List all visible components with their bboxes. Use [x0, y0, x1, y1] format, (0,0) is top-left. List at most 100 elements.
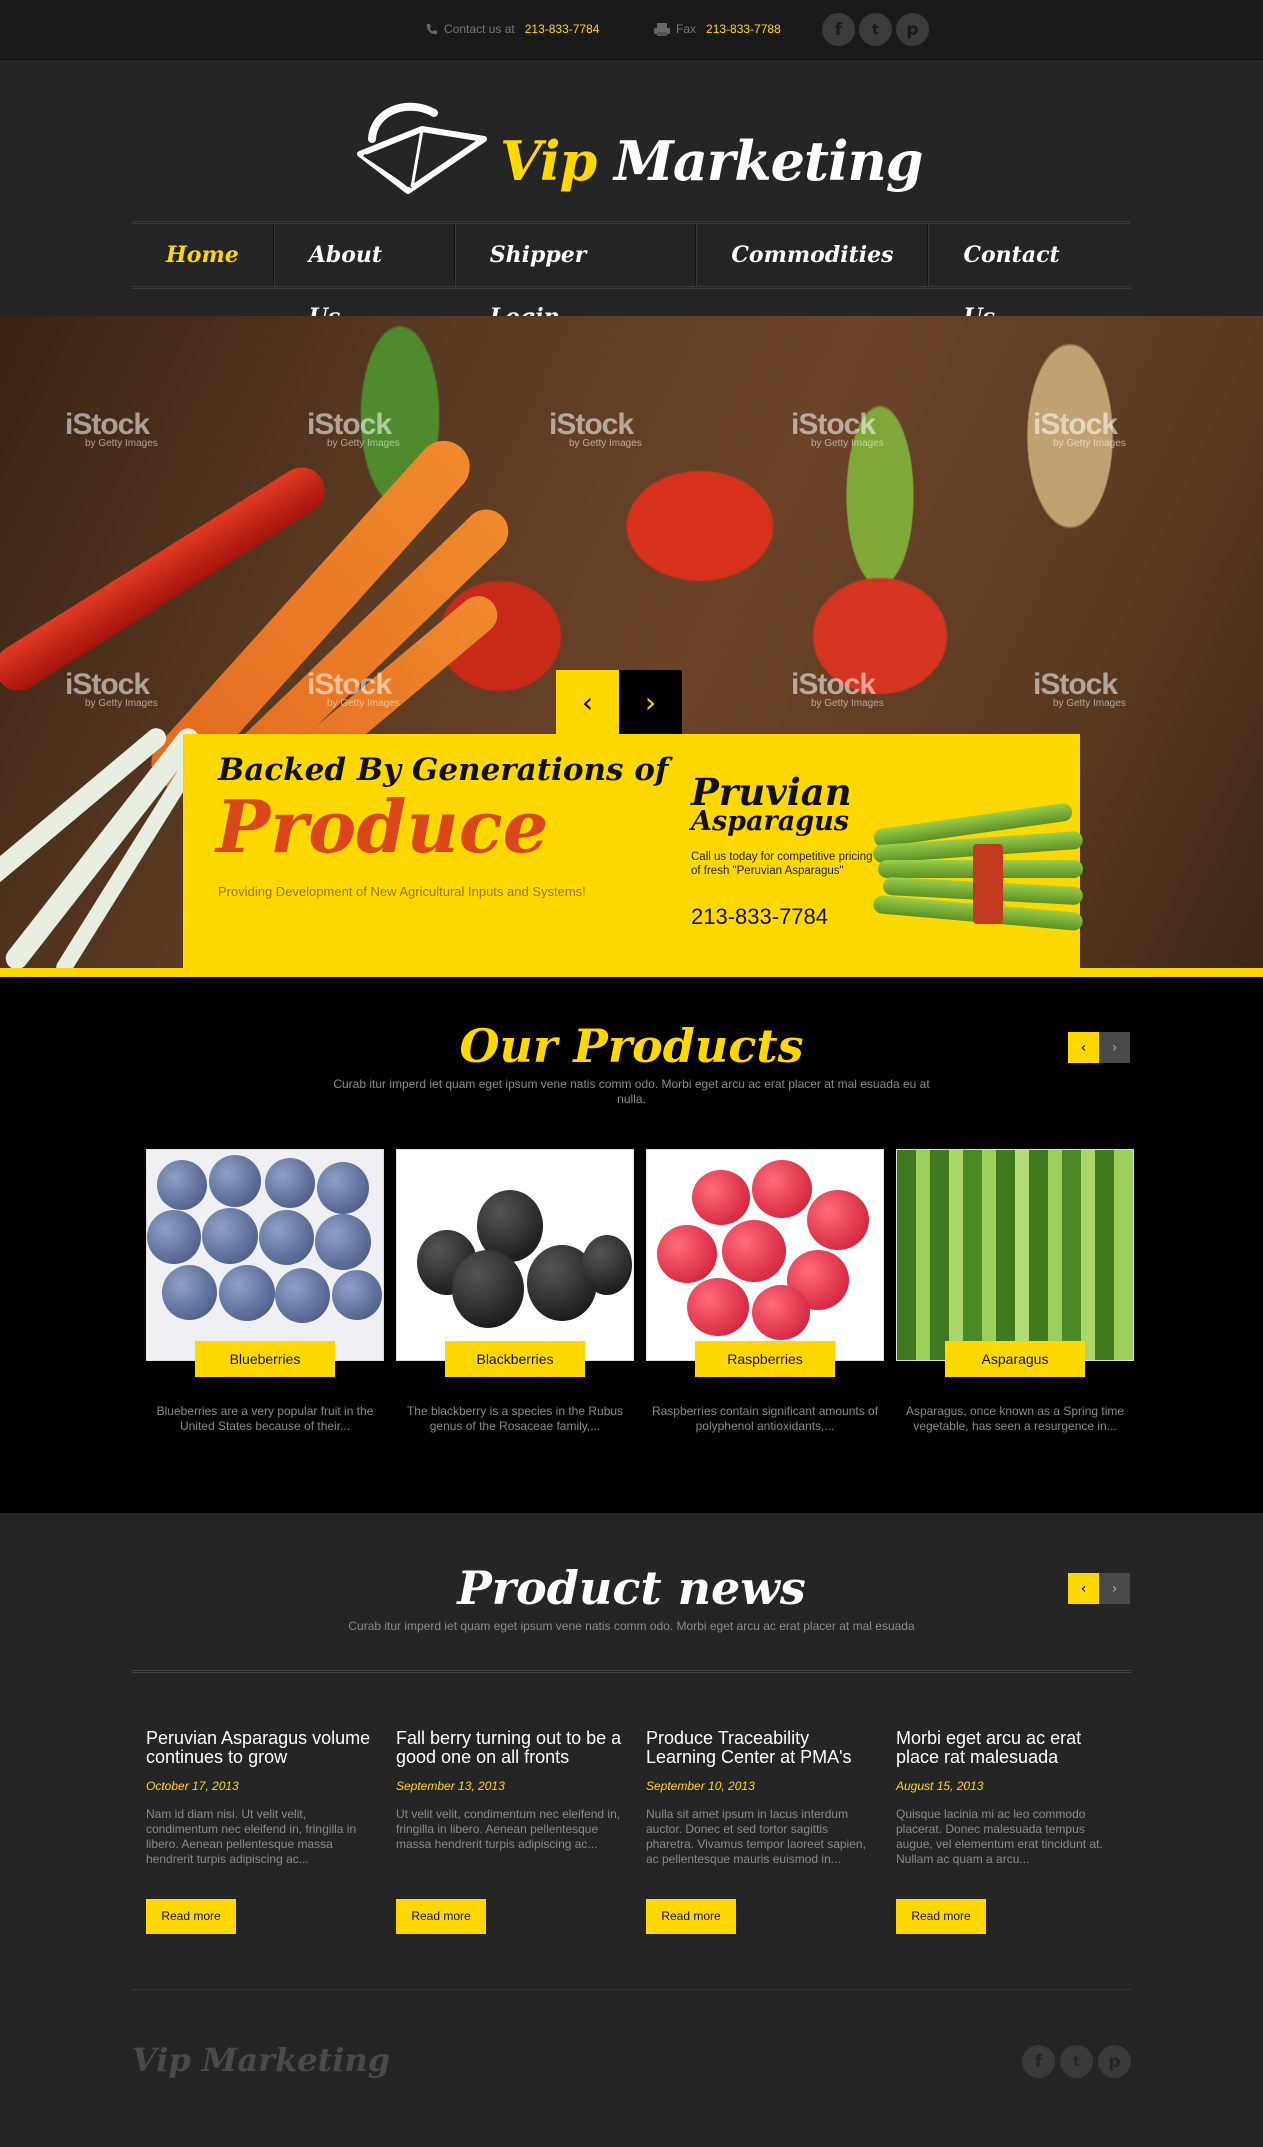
- watermark-text: iStock: [307, 668, 392, 701]
- product-image-raspberries[interactable]: [646, 1149, 884, 1361]
- contact-label: Contact us at: [444, 22, 515, 36]
- berry: [722, 1220, 786, 1282]
- berry: [157, 1160, 207, 1210]
- footer-twitter-icon[interactable]: t: [1060, 2045, 1093, 2078]
- watermark-sub: by Getty Images: [811, 698, 884, 709]
- pinterest-icon[interactable]: p: [896, 13, 929, 46]
- hero-headline-big: Produce: [216, 784, 549, 869]
- news-section: Product news Curab itur imperd iet quam …: [0, 1513, 1263, 2147]
- watermark-sub: by Getty Images: [1053, 698, 1126, 709]
- news-item-date: September 13, 2013: [396, 1779, 505, 1793]
- read-more-button[interactable]: Read more: [896, 1899, 986, 1934]
- logo-name: Marketing: [614, 129, 923, 193]
- watermark-sub: by Getty Images: [811, 438, 884, 449]
- main-nav: Home About Us Shipper Login Commodities …: [132, 221, 1131, 330]
- watermark: iStock by Getty Images: [1033, 668, 1126, 709]
- read-more-button[interactable]: Read more: [646, 1899, 736, 1934]
- fax-icon: [654, 22, 670, 36]
- hero-divider: [0, 968, 1263, 977]
- news-prev-button[interactable]: ‹: [1068, 1573, 1099, 1604]
- product-card[interactable]: Blueberries Blueberries are a very popul…: [146, 1149, 384, 1434]
- read-more-button[interactable]: Read more: [146, 1899, 236, 1934]
- nav-about-us[interactable]: About Us: [273, 224, 455, 330]
- news-item-text: Nam id diam nisi. Ut velit velit, condim…: [146, 1807, 357, 1866]
- watermark-sub: by Getty Images: [569, 438, 642, 449]
- twitter-icon[interactable]: t: [859, 13, 892, 46]
- news-item-text: Nulla sit amet ipsum in lacus interdum a…: [646, 1807, 866, 1866]
- product-description: Blueberries are a very popular fruit in …: [156, 1404, 374, 1433]
- news-item-title[interactable]: Peruvian Asparagus volume continues to g…: [146, 1729, 374, 1769]
- hero-slider-controls: ‹ ›: [556, 670, 682, 734]
- news-item: Morbi eget arcu ac erat place rat malesu…: [896, 1729, 1124, 1934]
- products-section: Our Products Curab itur imperd iet quam …: [0, 977, 1263, 1513]
- news-subtitle: Curab itur imperd iet quam eget ipsum ve…: [348, 1619, 915, 1633]
- footer-pinterest-icon[interactable]: p: [1098, 2045, 1131, 2078]
- product-label[interactable]: Asparagus: [945, 1341, 1085, 1377]
- logo-text[interactable]: Vip Marketing: [500, 129, 924, 193]
- product-label[interactable]: Raspberries: [695, 1341, 835, 1377]
- watermark-text: iStock: [1033, 668, 1118, 701]
- news-item-date: October 17, 2013: [146, 1779, 239, 1793]
- berry: [332, 1270, 382, 1320]
- berry: [259, 1210, 314, 1265]
- news-item: Produce Traceability Learning Center at …: [646, 1729, 874, 1934]
- berry: [807, 1190, 869, 1250]
- berry: [162, 1265, 217, 1320]
- nav-home[interactable]: Home: [132, 224, 274, 286]
- watermark: iStock by Getty Images: [65, 668, 158, 709]
- asparagus-band: [973, 844, 1003, 924]
- berry: [275, 1268, 330, 1323]
- berry: [452, 1250, 524, 1328]
- footer-facebook-icon[interactable]: f: [1022, 2045, 1055, 2078]
- contact-phone: Contact us at 213-833-7784: [425, 22, 599, 36]
- nav-shipper-login[interactable]: Shipper Login: [454, 224, 697, 330]
- news-item: Peruvian Asparagus volume continues to g…: [146, 1729, 374, 1934]
- news-item-text: Quisque lacinia mi ac leo commodo placer…: [896, 1807, 1103, 1866]
- news-next-button[interactable]: ›: [1099, 1573, 1130, 1604]
- product-card[interactable]: Asparagus Asparagus, once known as a Spr…: [896, 1149, 1134, 1434]
- watermark-text: iStock: [791, 408, 876, 441]
- berry: [752, 1285, 810, 1340]
- watermark-text: iStock: [549, 408, 634, 441]
- hero-prev-button[interactable]: ‹: [556, 670, 619, 734]
- logo-icon[interactable]: [352, 99, 487, 199]
- products-next-button[interactable]: ›: [1099, 1032, 1130, 1063]
- hero-subline: Providing Development of New Agricultura…: [218, 884, 586, 899]
- berry: [752, 1160, 812, 1218]
- read-more-button[interactable]: Read more: [396, 1899, 486, 1934]
- news-item-title[interactable]: Produce Traceability Learning Center at …: [646, 1729, 874, 1769]
- product-card[interactable]: Raspberries Raspberries contain signific…: [646, 1149, 884, 1434]
- watermark-sub: by Getty Images: [327, 438, 400, 449]
- divider: [132, 1670, 1131, 1673]
- news-item-text: Ut velit velit, condimentum nec eleifend…: [396, 1807, 621, 1851]
- berry: [692, 1170, 750, 1225]
- news-item-title[interactable]: Morbi eget arcu ac erat place rat malesu…: [896, 1729, 1124, 1769]
- products-pager: ‹ ›: [1068, 1032, 1130, 1063]
- product-image-blueberries[interactable]: [146, 1149, 384, 1361]
- hero-next-button[interactable]: ›: [619, 670, 682, 734]
- top-bar: Contact us at 213-833-7784 Fax 213-833-7…: [0, 0, 1263, 60]
- nav-contact-us[interactable]: Contact Us: [928, 224, 1131, 330]
- nav-commodities[interactable]: Commodities: [696, 224, 929, 286]
- watermark-sub: by Getty Images: [85, 698, 158, 709]
- facebook-icon[interactable]: f: [822, 13, 855, 46]
- news-item-title[interactable]: Fall berry turning out to be a good one …: [396, 1729, 624, 1769]
- watermark: iStock by Getty Images: [791, 408, 884, 449]
- hero-slider: iStock by Getty Images iStock by Getty Ima…: [0, 316, 1263, 968]
- berry: [657, 1225, 717, 1283]
- fax-phone-number: 213-833-7788: [706, 22, 781, 36]
- contact-phone-number[interactable]: 213-833-7784: [525, 22, 600, 36]
- berry: [315, 1214, 371, 1270]
- watermark: iStock by Getty Images: [307, 408, 400, 449]
- products-prev-button[interactable]: ‹: [1068, 1032, 1099, 1063]
- product-image-blackberries[interactable]: [396, 1149, 634, 1361]
- footer-logo[interactable]: Vip Marketing: [132, 2041, 390, 2079]
- berry: [209, 1155, 261, 1207]
- product-card[interactable]: Blackberries The blackberry is a species…: [396, 1149, 634, 1434]
- product-label[interactable]: Blueberries: [195, 1341, 335, 1377]
- product-image-asparagus[interactable]: [896, 1149, 1134, 1361]
- product-label[interactable]: Blackberries: [445, 1341, 585, 1377]
- site-header: Vip Marketing Home About Us Shipper Logi…: [0, 61, 1263, 330]
- product-description: Raspberries contain significant amounts …: [651, 1404, 879, 1433]
- news-item-date: August 15, 2013: [896, 1779, 984, 1793]
